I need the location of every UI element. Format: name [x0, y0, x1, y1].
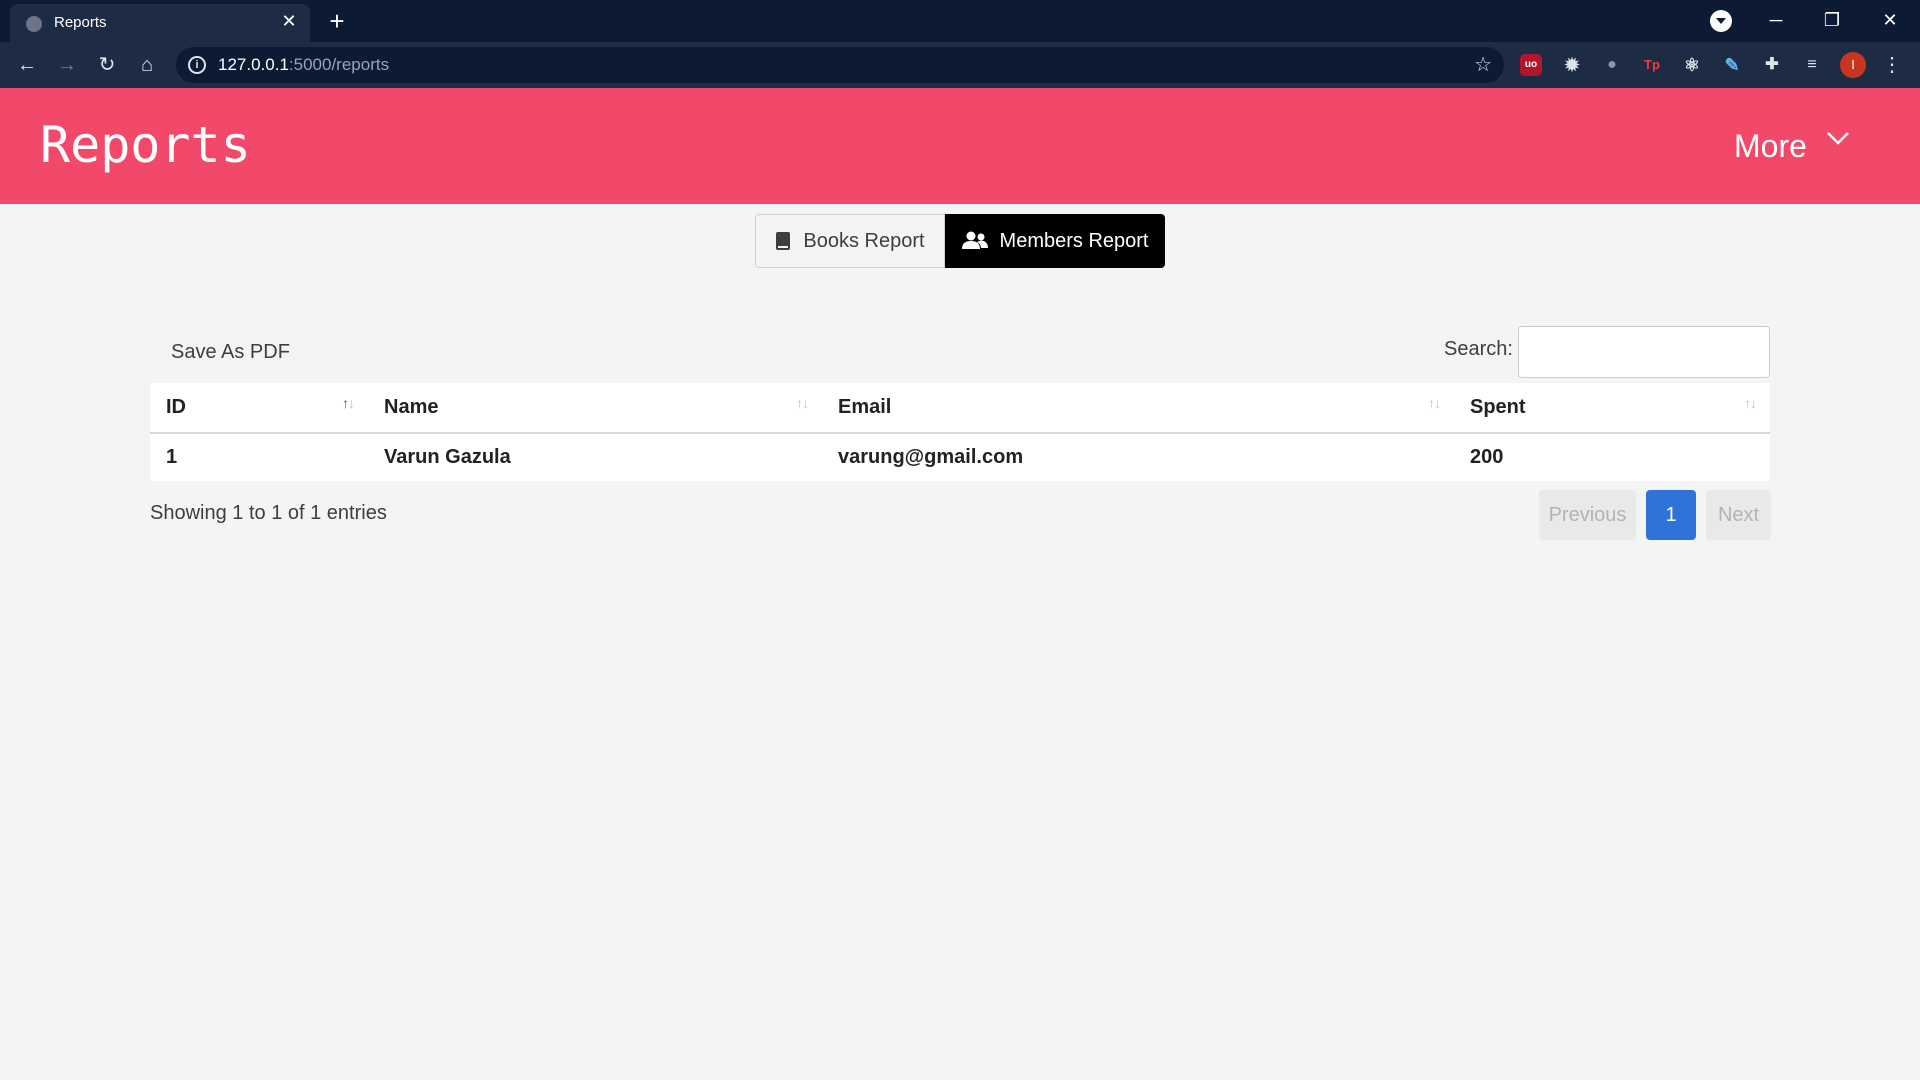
minimize-button[interactable]: ─ [1756, 4, 1796, 36]
cell-email: varung@gmail.com [838, 446, 1024, 468]
members-report-label: Members Report [999, 229, 1149, 252]
forward-icon[interactable]: → [52, 50, 82, 80]
table-info: Showing 1 to 1 of 1 entries [150, 502, 387, 524]
playlist-icon[interactable]: ≡ [1801, 54, 1823, 76]
site-info-icon[interactable]: i [188, 56, 206, 74]
column-header-name[interactable]: Name ↑↓ [368, 383, 822, 434]
report-switcher: Books Report Members Report [755, 214, 1165, 268]
home-icon[interactable]: ⌂ [132, 50, 162, 80]
sort-asc-icon: ↑↓ [342, 395, 355, 411]
address-bar[interactable]: i 127.0.0.1:5000/reports ☆ [176, 47, 1504, 83]
members-report-button[interactable]: Members Report [945, 214, 1165, 268]
books-report-label: Books Report [803, 229, 925, 252]
search-input[interactable] [1518, 326, 1770, 378]
page: Reports More Books Report Members Report… [0, 88, 1920, 1080]
page-title: Reports [40, 116, 251, 174]
reload-icon[interactable]: ↻ [92, 50, 122, 80]
more-menu-button[interactable]: More [1734, 128, 1807, 165]
table-header-row: ID ↑↓ Name ↑↓ Email ↑↓ Spent ↑↓ [150, 383, 1770, 434]
sort-icon: ↑↓ [1744, 395, 1757, 411]
ublock-icon[interactable]: uo [1520, 54, 1542, 76]
tp-icon[interactable]: Tp [1641, 54, 1663, 76]
sort-icon: ↑↓ [796, 395, 809, 411]
table-row: 1 Varun Gazula varung@gmail.com 200 [150, 433, 1770, 481]
column-header-email[interactable]: Email ↑↓ [822, 383, 1454, 434]
save-as-pdf-button[interactable]: Save As PDF [171, 341, 290, 364]
browser-tabbar: Reports ✕ + ─ ❐ ✕ [0, 0, 1920, 42]
sort-icon: ↑↓ [1428, 395, 1441, 411]
bulb-icon[interactable]: ● [1601, 54, 1623, 76]
profile-avatar[interactable]: I [1840, 52, 1866, 78]
cell-name: Varun Gazula [384, 446, 511, 468]
close-tab-icon[interactable]: ✕ [278, 10, 300, 32]
url-text[interactable]: 127.0.0.1:5000/reports [218, 55, 389, 75]
window-close-button[interactable]: ✕ [1870, 4, 1910, 36]
page-1-button[interactable]: 1 [1646, 490, 1696, 540]
books-report-button[interactable]: Books Report [755, 214, 945, 268]
pagination: Previous 1 Next [1539, 490, 1771, 540]
new-tab-button[interactable]: + [322, 6, 352, 36]
tab-search-icon[interactable] [1710, 10, 1732, 32]
cell-spent: 200 [1470, 446, 1504, 468]
chevron-down-icon[interactable] [1826, 126, 1850, 150]
browser-toolbar: ← → ↻ ⌂ i 127.0.0.1:5000/reports ☆ uo ✹ … [0, 42, 1920, 88]
wrench-icon[interactable]: ✎ [1721, 54, 1743, 76]
app-header: Reports More [0, 88, 1920, 204]
next-page-button[interactable]: Next [1706, 490, 1771, 540]
cell-id: 1 [166, 446, 178, 468]
browser-menu-icon[interactable]: ⋮ [1882, 52, 1902, 78]
previous-page-button[interactable]: Previous [1539, 490, 1636, 540]
bookmark-star-icon[interactable]: ☆ [1474, 52, 1492, 77]
users-icon [961, 231, 988, 249]
members-table: ID ↑↓ Name ↑↓ Email ↑↓ Spent ↑↓ 1 Varun … [150, 383, 1770, 481]
gear-icon[interactable]: ✹ [1561, 54, 1583, 76]
browser-tab[interactable]: Reports ✕ [10, 4, 310, 42]
column-header-spent[interactable]: Spent ↑↓ [1454, 383, 1770, 434]
puzzle-icon[interactable]: ✚ [1761, 54, 1783, 76]
column-header-id[interactable]: ID ↑↓ [150, 383, 368, 434]
search-label: Search: [1444, 338, 1513, 360]
atom-icon[interactable]: ⚛ [1681, 54, 1703, 76]
back-icon[interactable]: ← [12, 50, 42, 80]
globe-icon [26, 16, 42, 32]
tab-title: Reports [54, 14, 107, 31]
book-icon [776, 232, 791, 250]
restore-button[interactable]: ❐ [1812, 4, 1852, 36]
